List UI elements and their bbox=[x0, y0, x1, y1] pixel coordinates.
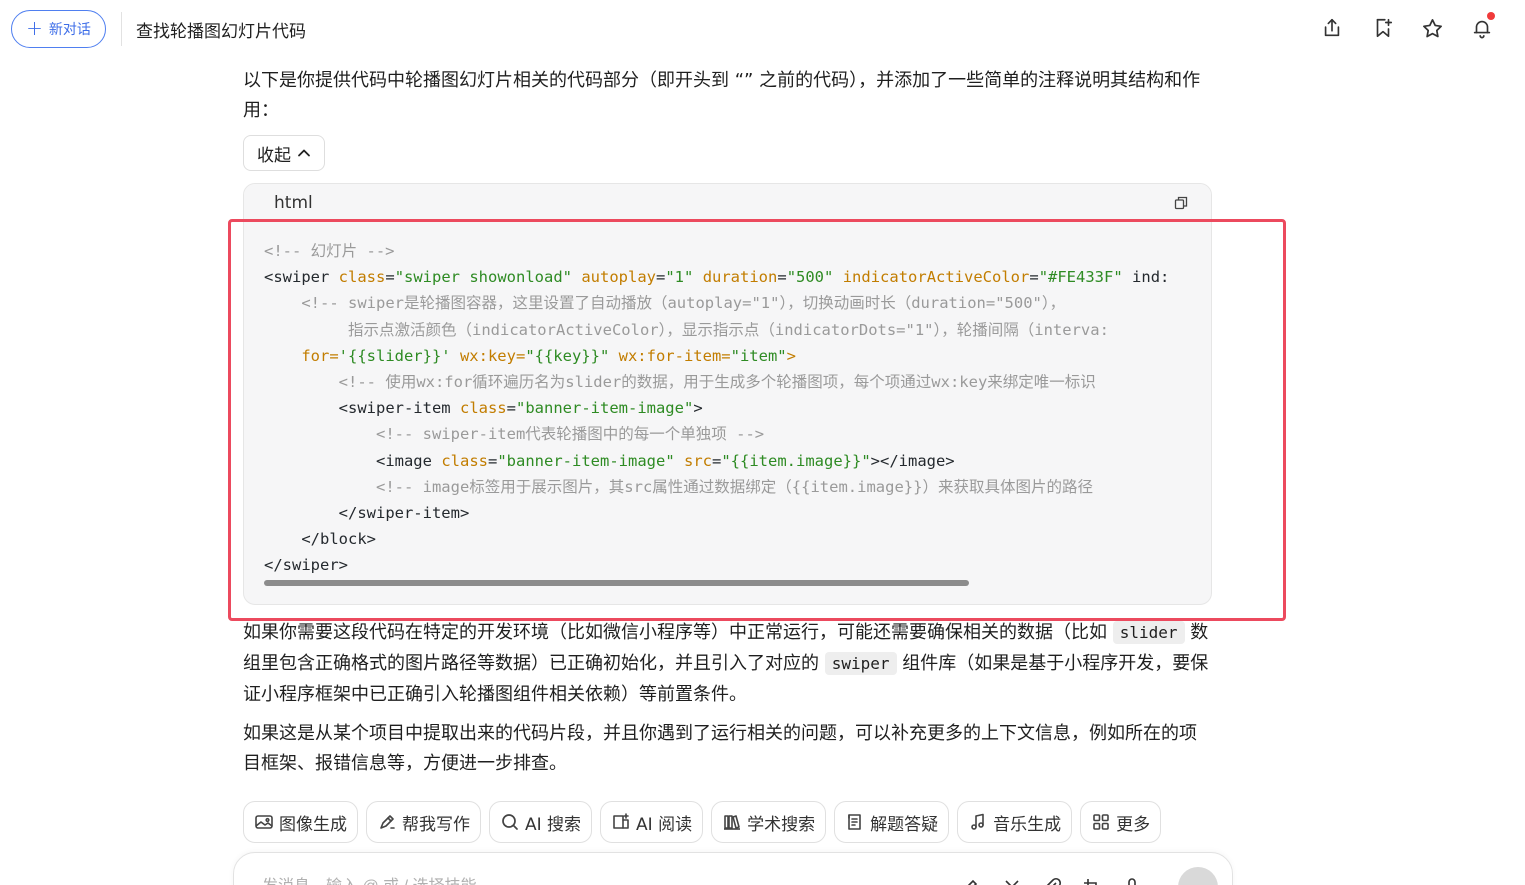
edit-icon[interactable] bbox=[958, 875, 982, 885]
code-block: html <!-- 幻灯片 --> <swiper class="swiper s… bbox=[243, 183, 1212, 605]
bell-icon[interactable] bbox=[1468, 12, 1496, 42]
tool-label: 解题答疑 bbox=[870, 814, 939, 835]
music-icon bbox=[971, 813, 984, 830]
code-content[interactable]: <!-- 幻灯片 --> <swiper class="swiper showon… bbox=[264, 238, 1191, 578]
message-input-box bbox=[233, 852, 1233, 885]
inline-code-swiper: swiper bbox=[824, 652, 897, 675]
search-icon bbox=[502, 814, 518, 830]
code-line: <swiper class="swiper showonload" autopl… bbox=[264, 268, 1170, 287]
tool-label: AI 搜索 bbox=[525, 814, 582, 835]
horizontal-scrollbar[interactable] bbox=[264, 580, 969, 586]
code-line: <!-- 幻灯片 --> bbox=[264, 242, 395, 260]
tool-label: 音乐生成 bbox=[993, 814, 1062, 835]
code-line: <swiper-item class="banner-item-image"> bbox=[338, 399, 703, 418]
tool-label: 学术搜索 bbox=[747, 814, 816, 835]
code-line: for='{{slider}}' wx:key="{{key}}" wx:for… bbox=[301, 346, 796, 365]
chevron-up-icon bbox=[298, 149, 310, 157]
attach-icon[interactable] bbox=[1040, 875, 1064, 885]
scissors-icon[interactable] bbox=[1000, 875, 1024, 885]
skill-toolbar: 图像生成 帮我写作 AI 搜索 AI 阅读 学术搜索 解题答疑 音乐生成 更多 bbox=[243, 801, 1162, 843]
question-icon bbox=[848, 814, 861, 830]
tool-academic-search[interactable]: 学术搜索 bbox=[711, 801, 827, 843]
crop-icon[interactable] bbox=[1080, 875, 1104, 885]
code-line: <!-- image标签用于展示图片，其src属性通过数据绑定（{{item.i… bbox=[264, 477, 1093, 496]
header-divider bbox=[121, 12, 122, 46]
code-line: </swiper> bbox=[264, 556, 348, 575]
microphone-icon[interactable] bbox=[1120, 875, 1144, 885]
new-chat-label: 新对话 bbox=[48, 22, 91, 38]
code-line: <!-- swiper是轮播图容器，这里设置了自动播放（autoplay="1"… bbox=[264, 294, 1066, 313]
copy-icon[interactable] bbox=[1171, 193, 1191, 213]
tool-label: 图像生成 bbox=[279, 814, 347, 835]
grid-icon bbox=[1093, 814, 1109, 830]
send-button[interactable] bbox=[1178, 867, 1218, 885]
image-gen-icon bbox=[255, 815, 273, 829]
tool-ai-search[interactable]: AI 搜索 bbox=[489, 801, 593, 843]
bookmark-add-icon[interactable] bbox=[1369, 14, 1397, 42]
pen-icon bbox=[380, 815, 395, 829]
tool-image-generation[interactable]: 图像生成 bbox=[243, 801, 358, 843]
plus-icon: + bbox=[26, 16, 43, 40]
chat-title: 查找轮播图幻灯片代码 bbox=[136, 22, 306, 42]
intro-text: 以下是你提供代码中轮播图幻灯片相关的代码部分（即开头到 “” 之前的代码），并添… bbox=[243, 70, 1201, 121]
library-icon bbox=[724, 815, 741, 830]
tool-label: 更多 bbox=[1116, 814, 1151, 835]
top-bar: + 新对话 查找轮播图幻灯片代码 bbox=[0, 0, 1525, 58]
tool-problem-solving[interactable]: 解题答疑 bbox=[834, 801, 950, 843]
code-line: <!-- swiper-item代表轮播图中的每一个单独项 --> bbox=[264, 425, 765, 444]
paragraph-text: 如果你需要这段代码在特定的开发环境（比如微信小程序等）中正常运行，可能还需要确保… bbox=[243, 622, 1107, 643]
code-line: </swiper-item> bbox=[338, 503, 470, 522]
star-icon[interactable] bbox=[1418, 14, 1446, 42]
inline-code-slider: slider bbox=[1112, 621, 1185, 644]
message-input[interactable] bbox=[262, 873, 862, 885]
code-header: html bbox=[244, 184, 1211, 222]
new-chat-button[interactable]: + 新对话 bbox=[11, 10, 106, 48]
code-line: </block> bbox=[301, 530, 376, 549]
code-language: html bbox=[274, 193, 313, 213]
code-line: 指示点激活颜色（indicatorActiveColor），显示指示点（indi… bbox=[264, 320, 1109, 339]
collapse-button[interactable]: 收起 bbox=[243, 135, 325, 171]
tool-label: AI 阅读 bbox=[636, 814, 693, 835]
code-line: <!-- 使用wx:for循环遍历名为slider的数据，用于生成多个轮播图项，… bbox=[264, 372, 1096, 391]
collapse-label: 收起 bbox=[257, 145, 291, 166]
share-icon[interactable] bbox=[1318, 14, 1346, 42]
tool-label: 帮我写作 bbox=[402, 814, 470, 835]
tool-writing[interactable]: 帮我写作 bbox=[366, 801, 481, 843]
tool-ai-reading[interactable]: AI 阅读 bbox=[600, 801, 704, 843]
notification-dot bbox=[1487, 12, 1495, 20]
tool-music-generation[interactable]: 音乐生成 bbox=[957, 801, 1073, 843]
followup-paragraph-1: 如果你需要这段代码在特定的开发环境（比如微信小程序等）中正常运行，可能还需要确保… bbox=[243, 617, 1213, 710]
tool-more[interactable]: 更多 bbox=[1080, 801, 1162, 843]
followup-paragraph-2: 如果这是从某个项目中提取出来的代码片段，并且你遇到了运行相关的问题，可以补充更多… bbox=[243, 723, 1197, 774]
read-icon bbox=[613, 813, 629, 829]
code-line: <image class="banner-item-image" src="{{… bbox=[375, 451, 955, 470]
